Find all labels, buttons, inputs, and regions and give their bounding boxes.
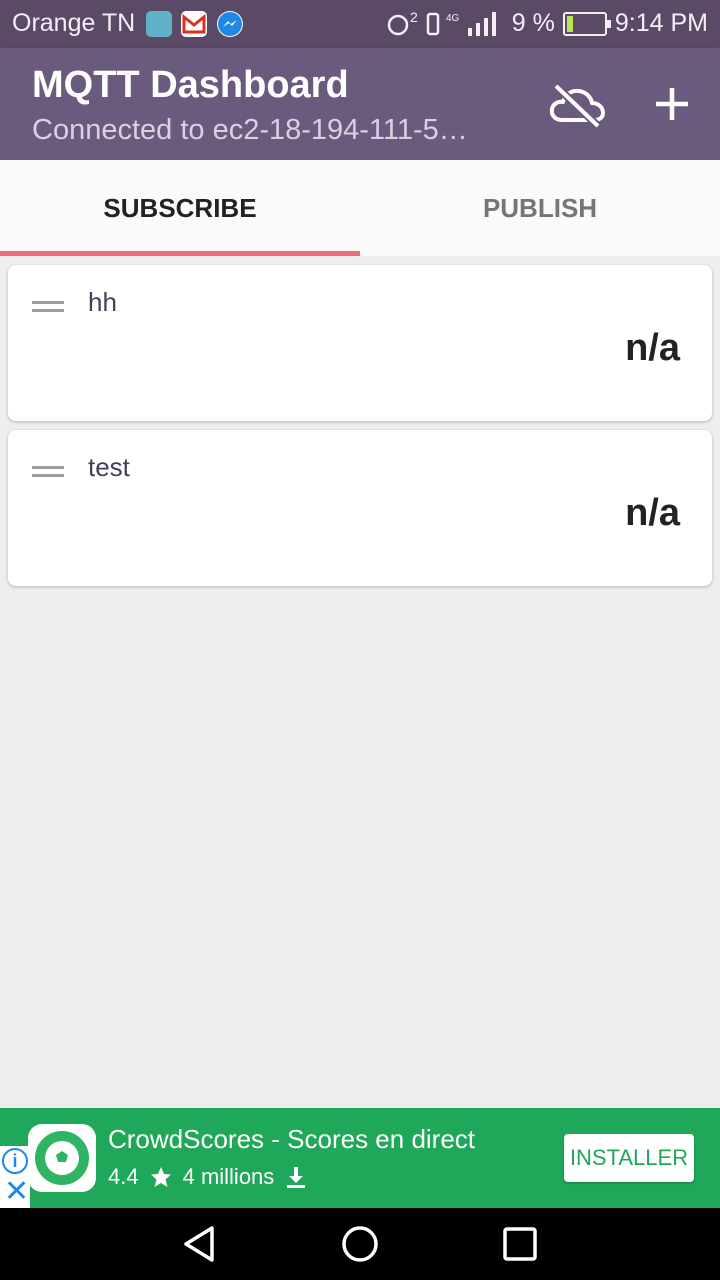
gmail-icon	[181, 11, 207, 37]
ad-close-icon[interactable]: ✕	[4, 1177, 29, 1207]
subscription-card[interactable]: test n/a	[8, 430, 712, 586]
ad-title: CrowdScores - Scores en direct	[108, 1124, 476, 1154]
svg-text:4G: 4G	[446, 13, 460, 24]
ad-banner[interactable]: i ✕ CrowdScores - Scores en direct 4.4 4…	[0, 1108, 720, 1208]
battery-percent: 9 %	[511, 9, 555, 37]
subscription-value: n/a	[625, 327, 680, 369]
recents-button[interactable]	[500, 1224, 540, 1264]
connection-status: Connected to ec2-18-194-111-5…	[32, 114, 468, 146]
star-icon	[150, 1167, 171, 1187]
add-button[interactable]	[648, 80, 696, 128]
carrier-name: Orange TN	[12, 9, 136, 37]
install-button[interactable]: INSTALLER	[564, 1134, 694, 1182]
ad-meta: 4.4 4 millions	[108, 1164, 308, 1190]
tab-publish[interactable]: PUBLISH	[360, 160, 720, 256]
android-notification-icon	[146, 11, 172, 37]
drag-handle-icon[interactable]	[32, 301, 64, 313]
home-button[interactable]	[340, 1224, 380, 1264]
app-title: MQTT Dashboard	[32, 64, 349, 106]
crowdscores-logo	[28, 1124, 96, 1192]
navigation-bar	[0, 1208, 720, 1280]
drag-handle-icon[interactable]	[32, 466, 64, 478]
status-bar: Orange TN 2 4G 9 % 9:14 PM	[0, 0, 720, 48]
subscription-name: test	[88, 452, 130, 482]
subscription-value: n/a	[625, 492, 680, 534]
back-button[interactable]	[180, 1224, 220, 1264]
tab-subscribe[interactable]: SUBSCRIBE	[0, 160, 360, 256]
ad-info-icon[interactable]: i	[2, 1148, 28, 1174]
ad-installs: 4 millions	[182, 1164, 275, 1189]
add-icon	[656, 88, 688, 120]
clock: 9:14 PM	[614, 9, 708, 37]
back-icon	[184, 1226, 214, 1262]
tab-bar: SUBSCRIBE PUBLISH	[0, 160, 720, 256]
download-icon	[287, 1167, 306, 1188]
battery-charging-icon	[562, 11, 611, 36]
signal-icons: 2 4G	[387, 10, 496, 36]
ad-rating: 4.4	[108, 1164, 139, 1189]
subscription-name: hh	[88, 287, 117, 317]
status-indicators: 2 4G 9 % 9:14 PM	[384, 9, 708, 38]
subscription-card[interactable]: hh n/a	[8, 265, 712, 421]
recents-icon	[503, 1227, 537, 1261]
cloud-off-icon	[549, 83, 605, 129]
app-bar: MQTT Dashboard Connected to ec2-18-194-1…	[0, 48, 720, 160]
network-superscript: 2	[410, 10, 418, 25]
home-icon	[342, 1226, 378, 1262]
tab-indicator	[0, 251, 360, 256]
cloud-off-button[interactable]	[548, 82, 606, 129]
messenger-icon	[217, 11, 243, 37]
